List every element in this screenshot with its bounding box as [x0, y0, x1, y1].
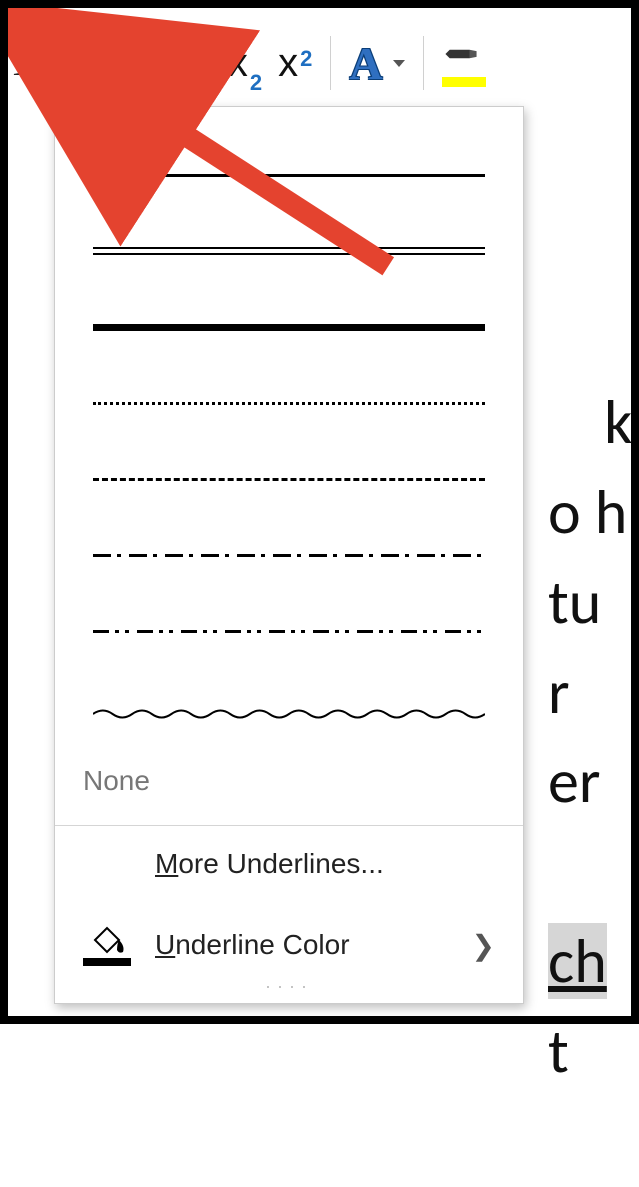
underline-dotted[interactable] — [55, 365, 523, 441]
doc-frag-2: o h — [548, 474, 627, 550]
highlight-button[interactable] — [438, 39, 490, 87]
underline-single[interactable] — [55, 137, 523, 213]
paint-bucket-icon — [83, 924, 131, 966]
superscript-x: x — [278, 41, 298, 86]
subscript-x: x — [228, 41, 248, 86]
doc-frag-6: ch — [548, 923, 607, 999]
chevron-right-icon: ❯ — [472, 929, 495, 962]
subscript-2: 2 — [250, 70, 262, 96]
strikethrough-icon: ab — [161, 39, 208, 86]
underline-none[interactable]: None — [55, 745, 523, 825]
underline-style-dropdown: None More Underlines... Underline Color — [54, 106, 524, 1004]
superscript-button[interactable]: x 2 — [274, 41, 316, 86]
font-color-button[interactable]: A — [345, 37, 408, 90]
underline-dashed[interactable] — [55, 441, 523, 517]
document-text: k o h tu r er ch t — [548, 288, 632, 1187]
more-underlines-label: More Underlines... — [155, 848, 384, 880]
underline-split-button[interactable]: U — [43, 33, 145, 93]
doc-frag-7: t — [548, 1013, 583, 1089]
doc-frag-3: tu — [548, 564, 601, 640]
font-color-icon: A — [349, 37, 382, 90]
underline-dash-dot-dot[interactable] — [55, 593, 523, 669]
underline-thick[interactable] — [55, 289, 523, 365]
doc-frag-5: er — [548, 743, 600, 819]
underline-color-label: Underline Color — [155, 929, 350, 961]
strikethrough-button[interactable]: ab — [153, 39, 216, 87]
chevron-down-icon — [393, 60, 405, 67]
underline-wave[interactable] — [55, 669, 523, 745]
underline-button[interactable]: U — [44, 37, 104, 89]
screenshot-frame: k o h tu r er ch t I U ab x 2 x 2 A — [0, 0, 639, 1024]
more-underlines-item[interactable]: More Underlines... — [55, 826, 523, 902]
subscript-button[interactable]: x 2 — [224, 41, 266, 86]
toolbar-separator — [423, 36, 424, 90]
underline-dash-dot[interactable] — [55, 517, 523, 593]
underline-double[interactable] — [55, 213, 523, 289]
superscript-2: 2 — [300, 46, 312, 72]
toolbar-separator — [330, 36, 331, 90]
underline-color-item[interactable]: Underline Color ❯ — [55, 902, 523, 976]
formatting-toolbar: I U ab x 2 x 2 A — [8, 28, 631, 98]
highlighter-icon — [442, 39, 486, 87]
dropdown-grip[interactable]: ···· — [55, 976, 523, 1003]
doc-frag-1: k — [604, 384, 632, 460]
doc-frag-4: r — [548, 654, 570, 730]
chevron-down-icon — [118, 60, 130, 67]
italic-button[interactable]: I — [14, 37, 35, 89]
underline-dropdown-caret[interactable] — [104, 60, 144, 67]
